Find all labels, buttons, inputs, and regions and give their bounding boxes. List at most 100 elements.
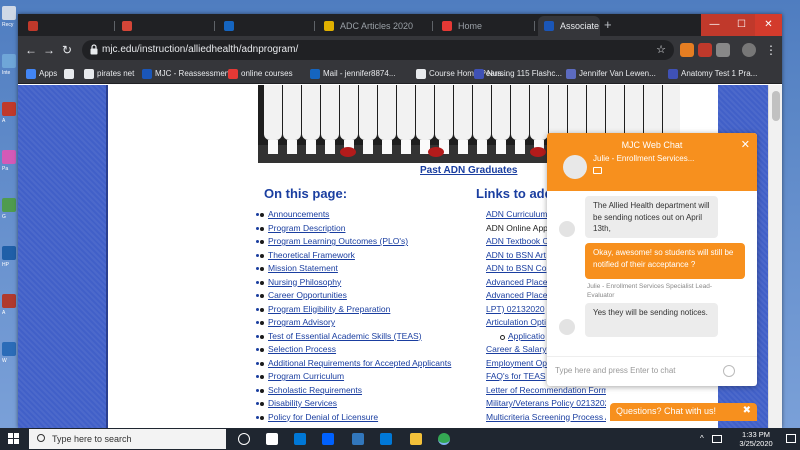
on-page-link[interactable]: Mission Statement [259, 263, 451, 277]
chat-message-user: Okay, awesome! so students will still be… [585, 243, 745, 279]
chat-launcher-tab[interactable]: Questions? Chat with us! ✖ [610, 403, 757, 421]
bookmark-item[interactable]: Anatomy Test 1 Pra... [668, 64, 757, 84]
chat-launcher-close[interactable]: ✖ [743, 405, 751, 416]
chat-close-button[interactable]: ✕ [741, 138, 750, 151]
scrollbar-thumb[interactable] [772, 91, 780, 121]
on-page-link[interactable]: Program Eligibility & Preparation [259, 304, 451, 318]
desktop-shortcut[interactable]: Recy [2, 6, 18, 28]
bookmark-item[interactable]: MJC - Reassessment [142, 64, 231, 84]
pdf-extension-icon[interactable] [698, 43, 712, 57]
profile-avatar-icon[interactable] [742, 43, 756, 57]
address-bar[interactable]: mjc.edu/instruction/alliedhealth/adnprog… [82, 40, 674, 60]
desktop-shortcut-label: A [2, 118, 6, 124]
tab-favicon-icon [28, 21, 38, 31]
cortana-icon[interactable] [238, 433, 250, 445]
resource-link[interactable]: Multicriteria Screening Process A [486, 412, 606, 426]
on-page-link[interactable]: Disability Services [259, 398, 451, 412]
chrome-menu-button[interactable]: ⋮ [762, 41, 780, 59]
emoji-icon[interactable] [723, 365, 735, 377]
desktop-shortcut[interactable]: A [2, 102, 18, 124]
close-window-button[interactable]: ✕ [755, 14, 782, 36]
network-icon[interactable] [712, 435, 722, 443]
browser-tab[interactable] [218, 16, 312, 36]
tab-separator [432, 21, 433, 31]
graduate-figure [473, 85, 491, 154]
graduate-figure [587, 85, 605, 154]
page-scrollbar[interactable] [768, 85, 782, 428]
desktop-shortcut[interactable]: Pa [2, 150, 18, 172]
maximize-button[interactable]: ☐ [728, 14, 755, 36]
desktop-shortcut-icon [2, 150, 16, 164]
browser-tab[interactable]: Associate Degree Nu [538, 16, 600, 36]
dropbox-icon[interactable] [322, 433, 334, 445]
desktop-shortcut-icon [2, 246, 16, 260]
on-page-link[interactable]: Career Opportunities [259, 290, 451, 304]
bookmark-item[interactable]: pirates net [84, 64, 134, 84]
chrome-icon[interactable] [438, 433, 450, 445]
chat-input-placeholder: Type here and press Enter to chat [555, 366, 676, 375]
taskbar-clock[interactable]: 1:33 PM 3/25/2020 [730, 430, 782, 448]
tab-title: Associate Degree Nu [560, 21, 600, 31]
taskbar-search[interactable]: Type here to search [29, 429, 226, 449]
browser-tab[interactable] [22, 16, 112, 36]
bookmark-item[interactable] [64, 64, 77, 84]
links-heading: Links to add [476, 186, 553, 201]
on-page-link[interactable]: Program Description [259, 223, 451, 237]
bookmark-item[interactable]: online courses [228, 64, 293, 84]
on-page-link[interactable]: Selection Process [259, 344, 451, 358]
bookmark-label: Anatomy Test 1 Pra... [681, 69, 758, 78]
past-adn-graduates-link[interactable]: Past ADN Graduates [420, 165, 517, 176]
bookmark-item[interactable]: Apps [26, 64, 57, 84]
fox-extension-icon[interactable] [680, 43, 694, 57]
resource-link[interactable]: Military/Veterans Policy 02132020 .km [486, 398, 606, 412]
file-explorer-icon[interactable] [410, 433, 422, 445]
mail-icon[interactable] [380, 433, 392, 445]
bookmark-star-icon[interactable]: ☆ [656, 40, 666, 60]
tab-separator [314, 21, 315, 31]
tray-chevron-icon[interactable]: ^ [700, 428, 704, 450]
desktop-shortcut[interactable]: A [2, 294, 18, 316]
chat-input[interactable]: Type here and press Enter to chat [547, 356, 757, 386]
resource-link[interactable]: Letter of Recommendation Form rev 03/11 … [486, 385, 606, 399]
on-page-link[interactable]: Program Learning Outcomes (PLO's) [259, 236, 451, 250]
notifications-icon[interactable] [786, 434, 796, 443]
forward-button[interactable]: → [40, 41, 58, 59]
desktop-shortcut-icon [2, 6, 16, 20]
desktop-shortcut-icon [2, 102, 16, 116]
desktop-shortcut[interactable]: HP [2, 246, 18, 268]
bookmark-favicon-icon [416, 69, 426, 79]
on-page-link[interactable]: Theoretical Framework [259, 250, 451, 264]
windows-start-icon[interactable] [8, 433, 20, 445]
browser-tab[interactable]: Home [436, 16, 532, 36]
email-transcript-icon[interactable] [593, 167, 602, 174]
on-page-link[interactable]: Announcements [259, 209, 451, 223]
web-chat-panel: MJC Web Chat ✕ Julie - Enrollment Servic… [547, 133, 757, 386]
task-view-icon[interactable] [266, 433, 278, 445]
grid-extension-icon[interactable] [716, 43, 730, 57]
on-page-link[interactable]: Program Advisory [259, 317, 451, 331]
reload-button[interactable]: ↻ [58, 41, 76, 59]
on-page-link[interactable]: Test of Essential Academic Skills (TEAS) [259, 331, 451, 345]
edge-icon[interactable] [352, 433, 364, 445]
desktop-shortcut[interactable]: G [2, 198, 18, 220]
on-page-link[interactable]: Program Curriculum [259, 371, 451, 385]
back-button[interactable]: ← [22, 41, 40, 59]
new-tab-button[interactable]: + [604, 17, 612, 33]
graduate-figure [302, 85, 320, 154]
on-page-link[interactable]: Scholastic Requirements [259, 385, 451, 399]
bookmark-item[interactable]: Jennifer Van Lewen... [566, 64, 656, 84]
browser-tab[interactable] [116, 16, 212, 36]
graduate-figure [397, 85, 415, 154]
desktop-shortcut[interactable]: W [2, 342, 18, 364]
bookmark-favicon-icon [668, 69, 678, 79]
bookmark-item[interactable]: Mail - jennifer8874... [310, 64, 395, 84]
browser-tab[interactable]: ADC Articles 2020 [318, 16, 430, 36]
desktop-shortcut[interactable]: Inte [2, 54, 18, 76]
bookmark-item[interactable]: Nursing 115 Flashc... [474, 64, 562, 84]
tab-title: Home [458, 21, 483, 31]
on-page-link[interactable]: Policy for Denial of Licensure [259, 412, 451, 426]
store-icon[interactable] [294, 433, 306, 445]
on-page-link[interactable]: Nursing Philosophy [259, 277, 451, 291]
on-page-link[interactable]: Additional Requirements for Accepted App… [259, 358, 451, 372]
minimize-button[interactable]: — [701, 14, 728, 36]
